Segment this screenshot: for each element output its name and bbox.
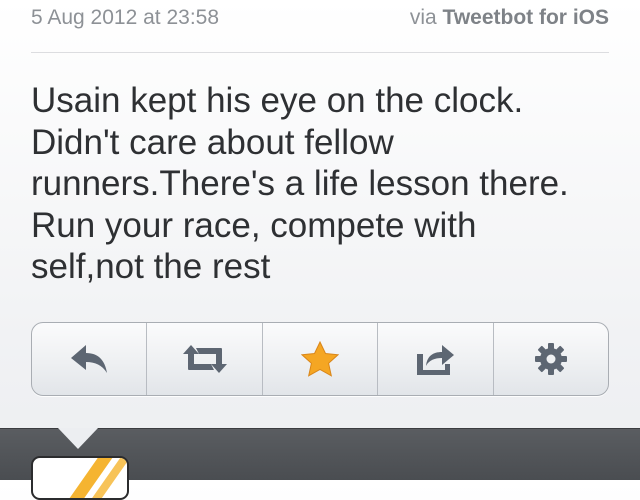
avatar[interactable] [31, 456, 129, 500]
tweet-timestamp: 5 Aug 2012 at 23:58 [31, 6, 220, 29]
reply-button[interactable] [32, 323, 148, 395]
share-icon [417, 345, 455, 375]
via-client[interactable]: Tweetbot for iOS [443, 6, 609, 29]
star-icon [301, 341, 340, 377]
tweet-text: Usain kept his eye on the clock. Didn't … [31, 81, 569, 286]
via-prefix: via [409, 6, 437, 29]
reply-icon [71, 345, 108, 373]
share-button[interactable] [378, 323, 494, 395]
tweet-action-bar [31, 322, 609, 396]
retweet-button[interactable] [147, 323, 263, 395]
favorite-button[interactable] [263, 323, 379, 395]
gear-icon [534, 343, 567, 375]
tweet-meta-row: 5 Aug 2012 at 23:58 via Tweetbot for iOS [31, 0, 609, 53]
panel-pointer [58, 428, 98, 449]
settings-button[interactable] [494, 323, 608, 395]
retweet-icon [182, 345, 227, 373]
tweet-source[interactable]: via Tweetbot for iOS [410, 6, 609, 30]
